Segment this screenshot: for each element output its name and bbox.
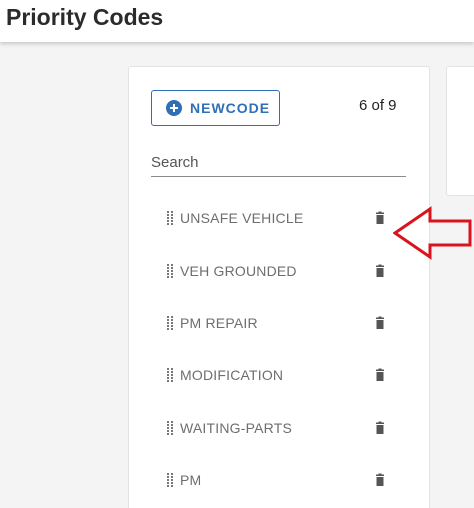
search-input[interactable] bbox=[151, 149, 406, 177]
code-label: PM REPAIR bbox=[180, 315, 258, 331]
trash-icon[interactable] bbox=[373, 211, 387, 225]
drag-handle-icon[interactable] bbox=[167, 366, 175, 384]
list-item[interactable]: PM bbox=[167, 469, 397, 491]
drag-handle-icon[interactable] bbox=[167, 419, 175, 437]
drag-handle-icon[interactable] bbox=[167, 471, 175, 489]
new-code-button[interactable]: NEWCODE bbox=[151, 90, 280, 126]
page-title: Priority Codes bbox=[6, 4, 164, 30]
list-item[interactable]: VEH GROUNDED bbox=[167, 260, 397, 282]
annotation-arrow-icon bbox=[393, 206, 472, 260]
drag-handle-icon[interactable] bbox=[167, 209, 175, 227]
code-label: VEH GROUNDED bbox=[180, 263, 297, 279]
list-item[interactable]: PM REPAIR bbox=[167, 312, 397, 334]
detail-panel bbox=[446, 66, 474, 196]
code-label: PM bbox=[180, 472, 202, 488]
add-circle-icon bbox=[166, 100, 182, 116]
list-item[interactable]: WAITING-PARTS bbox=[167, 417, 397, 439]
trash-icon[interactable] bbox=[373, 473, 387, 487]
trash-icon[interactable] bbox=[373, 421, 387, 435]
trash-icon[interactable] bbox=[373, 368, 387, 382]
list-item[interactable]: UNSAFE VEHICLE bbox=[167, 207, 397, 229]
trash-icon[interactable] bbox=[373, 264, 387, 278]
code-label: WAITING-PARTS bbox=[180, 420, 293, 436]
app-header: Priority Codes bbox=[0, 0, 474, 42]
drag-handle-icon[interactable] bbox=[167, 262, 175, 280]
code-label: MODIFICATION bbox=[180, 367, 284, 383]
codes-panel: NEWCODE 6 of 9 UNSAFE VEHICLE VEH GROUND… bbox=[128, 66, 430, 508]
list-item[interactable]: MODIFICATION bbox=[167, 364, 397, 386]
new-code-label: NEWCODE bbox=[190, 100, 271, 116]
drag-handle-icon[interactable] bbox=[167, 314, 175, 332]
trash-icon[interactable] bbox=[373, 316, 387, 330]
code-label: UNSAFE VEHICLE bbox=[180, 210, 304, 226]
pagination-count: 6 of 9 bbox=[359, 97, 397, 114]
